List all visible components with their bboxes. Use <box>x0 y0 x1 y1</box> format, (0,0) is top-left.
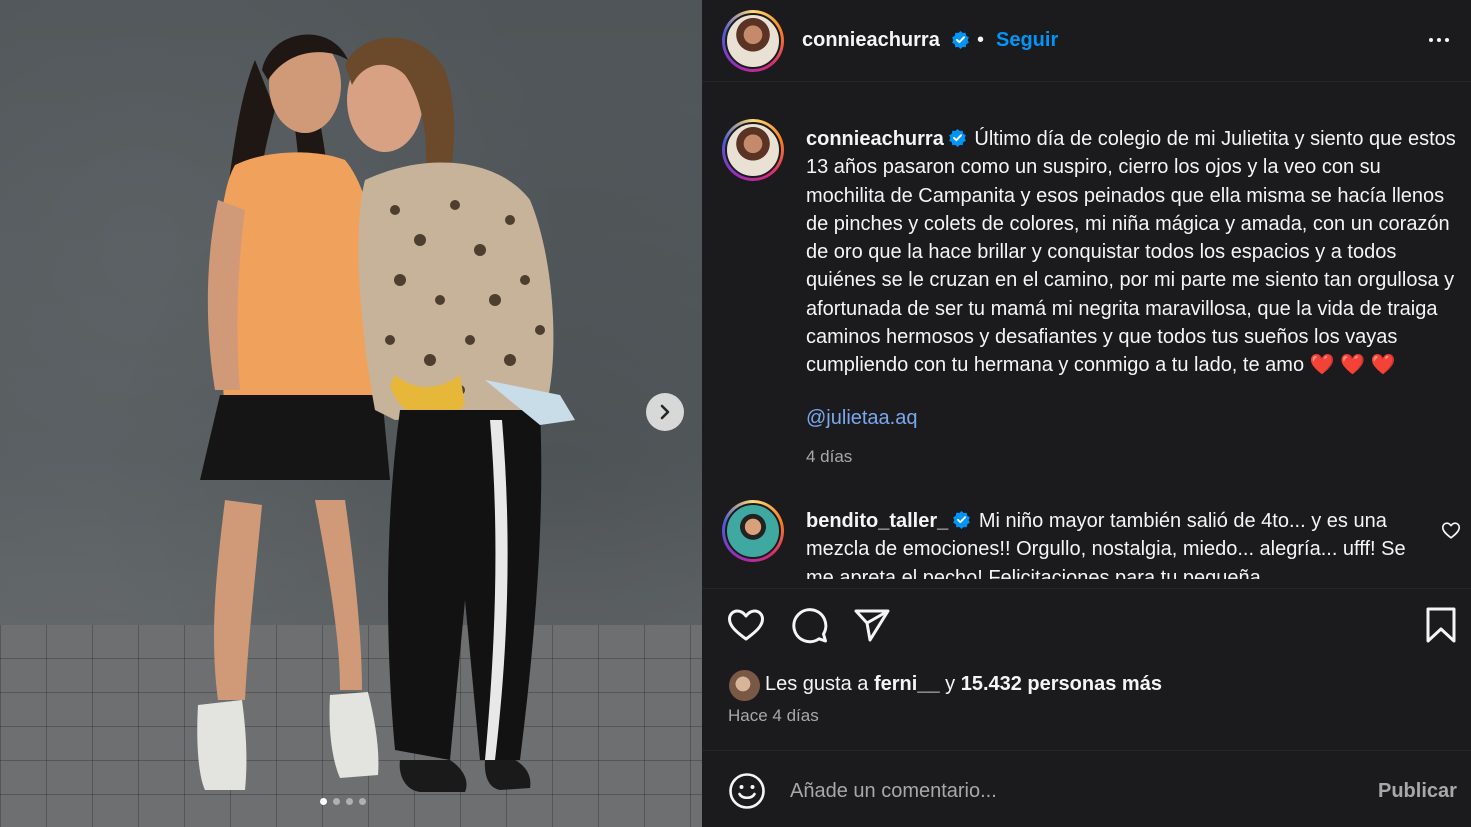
publish-button[interactable]: Publicar <box>1378 780 1457 803</box>
verified-icon <box>952 30 969 49</box>
save-icon[interactable] <box>1420 604 1462 646</box>
author-username[interactable]: connieachurra <box>802 29 940 52</box>
actions-divider <box>702 588 1471 589</box>
post-image[interactable] <box>0 0 702 827</box>
comment-item: bendito_taller_ Mi niño mayor también sa… <box>806 507 1426 579</box>
likes-prefix: Les gusta a <box>765 673 869 695</box>
follow-button[interactable]: Seguir <box>996 29 1058 52</box>
carousel-dot <box>346 798 353 805</box>
share-icon[interactable] <box>851 604 893 646</box>
post-header: connieachurra • Seguir <box>702 0 1471 82</box>
verified-icon <box>953 510 971 529</box>
caption-avatar-image <box>725 122 781 178</box>
carousel-dot <box>359 798 366 805</box>
likes-summary: Les gusta a ferni__ y 15.432 personas má… <box>765 673 1162 696</box>
carousel-indicator <box>320 798 366 805</box>
carousel-dot <box>333 798 340 805</box>
caption-username[interactable]: connieachurra <box>806 128 944 150</box>
post-details-panel: connieachurra • Seguir connieachurra Últ… <box>702 0 1471 827</box>
commenter-avatar[interactable] <box>722 500 784 562</box>
post-timestamp[interactable]: Hace 4 días <box>728 706 819 726</box>
mention-link[interactable]: @julietaa.aq <box>806 407 917 430</box>
caption-text: Último día de colegio de mi Julietita y … <box>806 128 1456 377</box>
emoji-icon[interactable] <box>728 772 766 810</box>
comment-input[interactable] <box>790 775 1350 807</box>
verified-icon <box>948 128 966 147</box>
girl-figure <box>197 34 390 790</box>
liker-username[interactable]: ferni__ <box>874 673 940 695</box>
post-caption: connieachurra Último día de colegio de m… <box>806 125 1461 380</box>
caption-timestamp[interactable]: 4 días <box>806 447 852 467</box>
photo-people <box>197 34 575 792</box>
more-options-dot <box>1437 38 1441 42</box>
commenter-avatar-image <box>725 503 781 559</box>
liker-avatar[interactable] <box>729 670 760 701</box>
more-options-dot <box>1445 38 1449 42</box>
likes-connector: y <box>945 673 956 695</box>
add-comment-bar: Publicar <box>702 750 1471 827</box>
next-arrow-icon <box>660 404 670 420</box>
author-avatar[interactable] <box>722 10 784 72</box>
more-options-icon <box>1429 38 1433 42</box>
next-slide-button[interactable] <box>646 393 684 431</box>
caption-author-avatar[interactable] <box>722 119 784 181</box>
header-separator: • <box>977 29 985 51</box>
more-options-button[interactable] <box>1424 28 1454 52</box>
likes-count[interactable]: 15.432 personas más <box>961 673 1162 695</box>
like-icon[interactable] <box>725 604 767 646</box>
author-avatar-image <box>725 13 781 69</box>
comment-username[interactable]: bendito_taller_ <box>806 510 948 532</box>
comment-icon[interactable] <box>788 604 830 646</box>
comment-like-icon[interactable] <box>1440 519 1462 541</box>
carousel-dot-active <box>320 798 327 805</box>
